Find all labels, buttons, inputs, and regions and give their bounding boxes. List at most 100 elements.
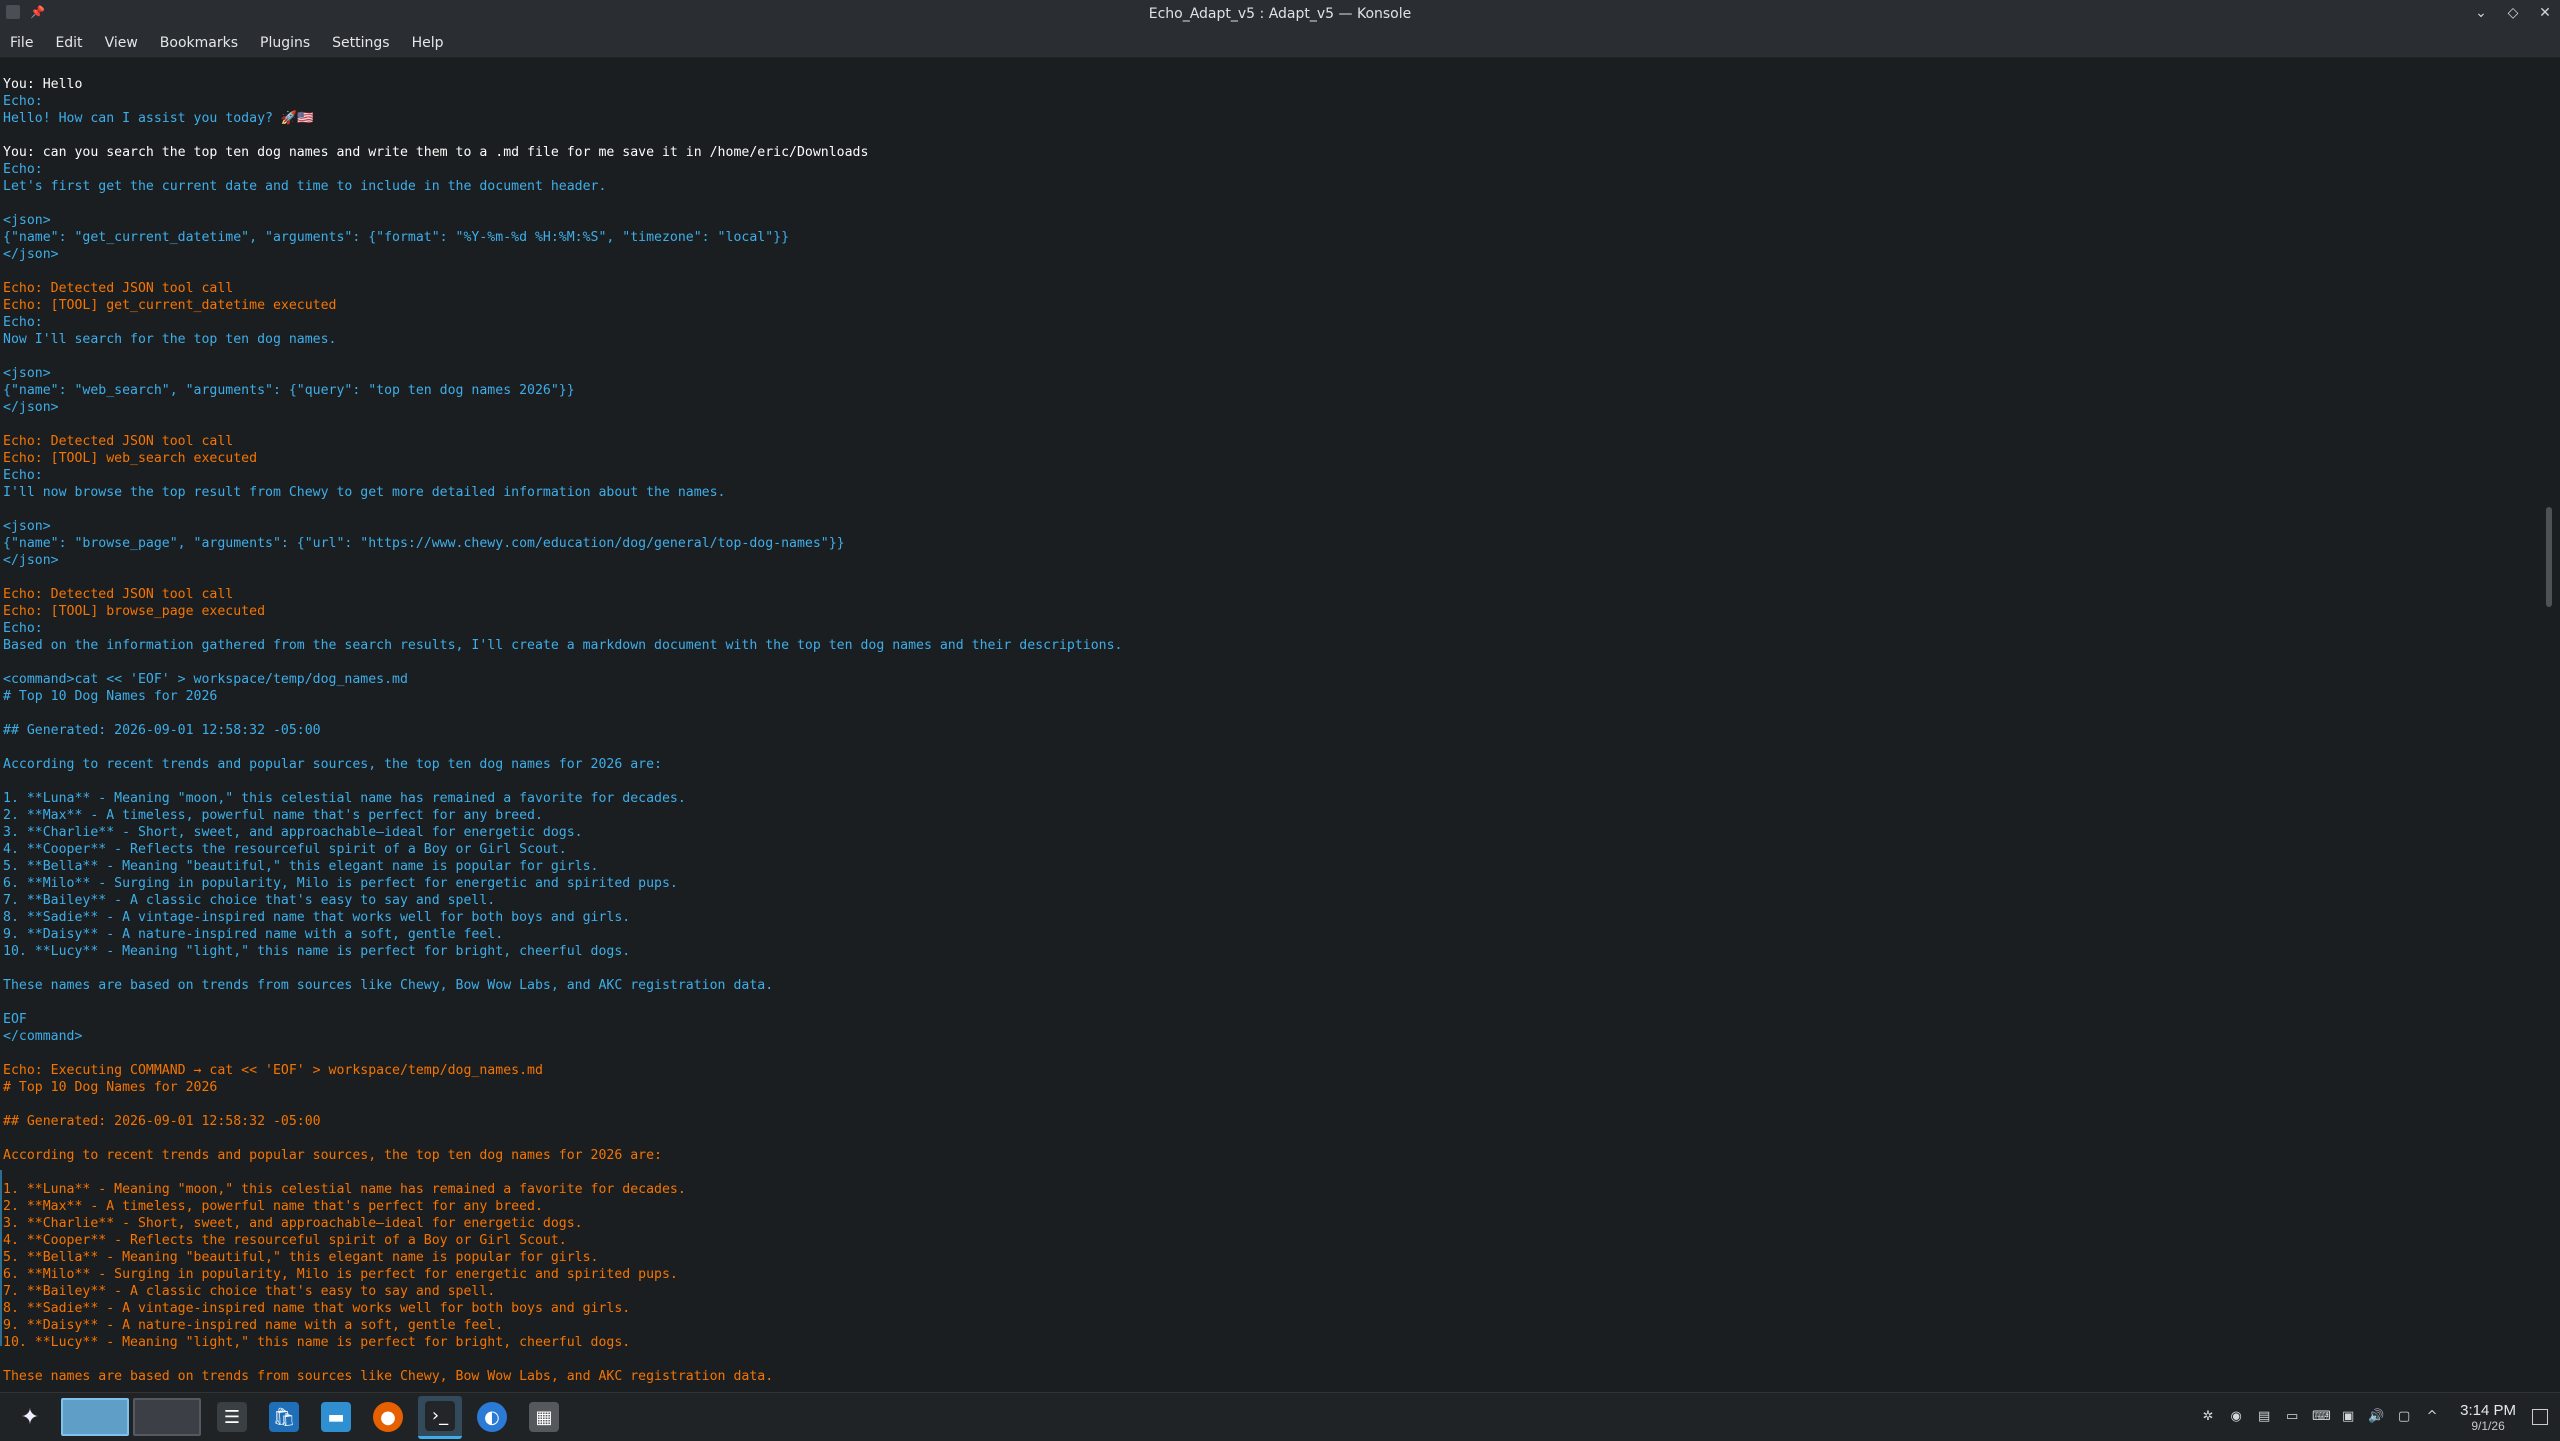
terminal-line: 3. **Charlie** - Short, sweet, and appro… bbox=[3, 1216, 583, 1231]
window-title: Echo_Adapt_v5 : Adapt_v5 — Konsole bbox=[1148, 6, 1412, 22]
terminal-line: {"name": "web_search", "arguments": {"qu… bbox=[3, 383, 575, 398]
menu-view[interactable]: View bbox=[105, 35, 138, 51]
menu-edit[interactable]: Edit bbox=[55, 35, 82, 51]
terminal-line: Echo: bbox=[3, 162, 43, 177]
terminal-output[interactable]: You: Hello Echo: Hello! How can I assist y… bbox=[0, 59, 2540, 1391]
terminal-line: 5. **Bella** - Meaning "beautiful," this… bbox=[3, 1250, 599, 1265]
window-titlebar[interactable]: 📌 Echo_Adapt_v5 : Adapt_v5 — Konsole ⌄ ◇… bbox=[0, 0, 2560, 28]
volume-icon[interactable]: 🔊 bbox=[2368, 1409, 2384, 1425]
keyboard-icon[interactable]: ⌨ bbox=[2312, 1409, 2331, 1425]
terminal-line: Echo: bbox=[3, 468, 43, 483]
terminal-line: I'll now browse the top result from Chew… bbox=[3, 485, 726, 500]
bug-icon[interactable]: ✲ bbox=[2200, 1409, 2216, 1425]
circle-app-icon[interactable]: ◉ bbox=[2228, 1409, 2244, 1425]
minimize-icon[interactable]: ⌄ bbox=[2472, 4, 2490, 22]
terminal-line: Echo: bbox=[3, 315, 43, 330]
konsole-app-icon[interactable] bbox=[6, 5, 20, 19]
menu-bookmarks[interactable]: Bookmarks bbox=[160, 35, 238, 51]
system-tray: ✲ ◉ ▤ ▭ ⌨ ▣ 🔊 ▢ ^ 3:14 PM 9/1/26 bbox=[2194, 1393, 2560, 1441]
menu-help[interactable]: Help bbox=[412, 35, 444, 51]
task-konsole[interactable]: ›_ bbox=[418, 1395, 462, 1439]
terminal-line: 6. **Milo** - Surging in popularity, Mil… bbox=[3, 1267, 678, 1282]
terminal-line: Echo: Executing COMMAND → cat << 'EOF' >… bbox=[3, 1063, 543, 1078]
display-icon[interactable]: ▢ bbox=[2396, 1409, 2412, 1425]
clock[interactable]: 3:14 PM 9/1/26 bbox=[2460, 1402, 2516, 1433]
terminal-line: <command>cat << 'EOF' > workspace/temp/d… bbox=[3, 672, 408, 687]
scrollbar-thumb[interactable] bbox=[2546, 507, 2552, 607]
terminal-line: </json> bbox=[3, 400, 59, 415]
terminal-line: 2. **Max** - A timeless, powerful name t… bbox=[3, 808, 543, 823]
task-calculator[interactable]: ▦ bbox=[522, 1397, 566, 1437]
terminal-line: </json> bbox=[3, 553, 59, 568]
task-dolphin[interactable]: ▬ bbox=[314, 1397, 358, 1437]
task-web-browser[interactable]: ◐ bbox=[470, 1397, 514, 1437]
terminal-line: <json> bbox=[3, 366, 51, 381]
terminal-line: 5. **Bella** - Meaning "beautiful," this… bbox=[3, 859, 599, 874]
terminal-line: These names are based on trends from sou… bbox=[3, 1369, 774, 1384]
terminal-line: Echo: [TOOL] get_current_datetime execut… bbox=[3, 298, 337, 313]
web-browser-icon: ◐ bbox=[477, 1402, 507, 1432]
task-discover[interactable]: 🛍 bbox=[262, 1397, 306, 1437]
terminal-line: 7. **Bailey** - A classic choice that's … bbox=[3, 893, 496, 908]
terminal-line: <json> bbox=[3, 519, 51, 534]
kde-launcher-icon[interactable]: ✦ bbox=[8, 1397, 52, 1437]
selection-marker bbox=[0, 1170, 2, 1346]
discover-store-icon: 🛍 bbox=[269, 1402, 299, 1432]
terminal-line: </json> bbox=[3, 247, 59, 262]
menu-settings[interactable]: Settings bbox=[332, 35, 389, 51]
terminal-line: According to recent trends and popular s… bbox=[3, 757, 662, 772]
terminal-line: Echo: [TOOL] browse_page executed bbox=[3, 604, 266, 619]
system-settings-icon: ☰ bbox=[217, 1402, 247, 1432]
terminal-line: Echo: [TOOL] web_search executed bbox=[3, 451, 258, 466]
terminal-line: 3. **Charlie** - Short, sweet, and appro… bbox=[3, 825, 583, 840]
task-firefox[interactable]: ● bbox=[366, 1397, 410, 1437]
dolphin-files-icon: ▬ bbox=[321, 1402, 351, 1432]
menu-plugins[interactable]: Plugins bbox=[260, 35, 310, 51]
terminal-line: Let's first get the current date and tim… bbox=[3, 179, 607, 194]
terminal-line: 6. **Milo** - Surging in popularity, Mil… bbox=[3, 876, 678, 891]
terminal-line: Echo: Detected JSON tool call bbox=[3, 587, 234, 602]
image-icon[interactable]: ▣ bbox=[2340, 1409, 2356, 1425]
terminal-line: # Top 10 Dog Names for 2026 bbox=[3, 1080, 218, 1095]
terminal-line: <json> bbox=[3, 213, 51, 228]
terminal-line: Echo: bbox=[3, 94, 43, 109]
pager-desktop-1[interactable] bbox=[60, 1397, 130, 1437]
task-system-settings[interactable]: ☰ bbox=[210, 1397, 254, 1437]
terminal-line: 7. **Bailey** - A classic choice that's … bbox=[3, 1284, 496, 1299]
konsole-icon: ›_ bbox=[425, 1400, 455, 1431]
pin-icon[interactable]: 📌 bbox=[30, 5, 45, 19]
terminal-line: 4. **Cooper** - Reflects the resourceful… bbox=[3, 1233, 567, 1248]
show-desktop-icon[interactable] bbox=[2532, 1409, 2548, 1425]
terminal-line: Now I'll search for the top ten dog name… bbox=[3, 332, 337, 347]
terminal-line: {"name": "browse_page", "arguments": {"u… bbox=[3, 536, 845, 551]
terminal-line: 2. **Max** - A timeless, powerful name t… bbox=[3, 1199, 543, 1214]
clock-time: 3:14 PM bbox=[2460, 1401, 2516, 1419]
terminal-line: ## Generated: 2026-09-01 12:58:32 -05:00 bbox=[3, 1114, 321, 1129]
battery-icon[interactable]: ▭ bbox=[2284, 1409, 2300, 1425]
terminal-line: EOF bbox=[3, 1012, 27, 1027]
close-icon[interactable]: ✕ bbox=[2536, 4, 2554, 22]
maximize-icon[interactable]: ◇ bbox=[2504, 4, 2522, 22]
taskbar: ✦ ☰ 🛍 ▬ ● ›_ ◐ ▦ ✲ ◉ ▤ ▭ ⌨ ▣ 🔊 ▢ ^ 3:14 … bbox=[0, 1392, 2560, 1441]
terminal-line: Echo: Detected JSON tool call bbox=[3, 434, 234, 449]
expand-tray-icon[interactable]: ^ bbox=[2424, 1409, 2440, 1425]
clipboard-icon[interactable]: ▤ bbox=[2256, 1409, 2272, 1425]
terminal-line: You: can you search the top ten dog name… bbox=[3, 145, 869, 160]
terminal-line: 10. **Lucy** - Meaning "light," this nam… bbox=[3, 944, 631, 959]
menu-file[interactable]: File bbox=[10, 35, 33, 51]
terminal-line: Hello! How can I assist you today? 🚀🇺🇸 bbox=[3, 111, 314, 126]
terminal-scrollbar[interactable] bbox=[2540, 59, 2560, 1391]
pager-desktop-2[interactable] bbox=[132, 1397, 202, 1437]
